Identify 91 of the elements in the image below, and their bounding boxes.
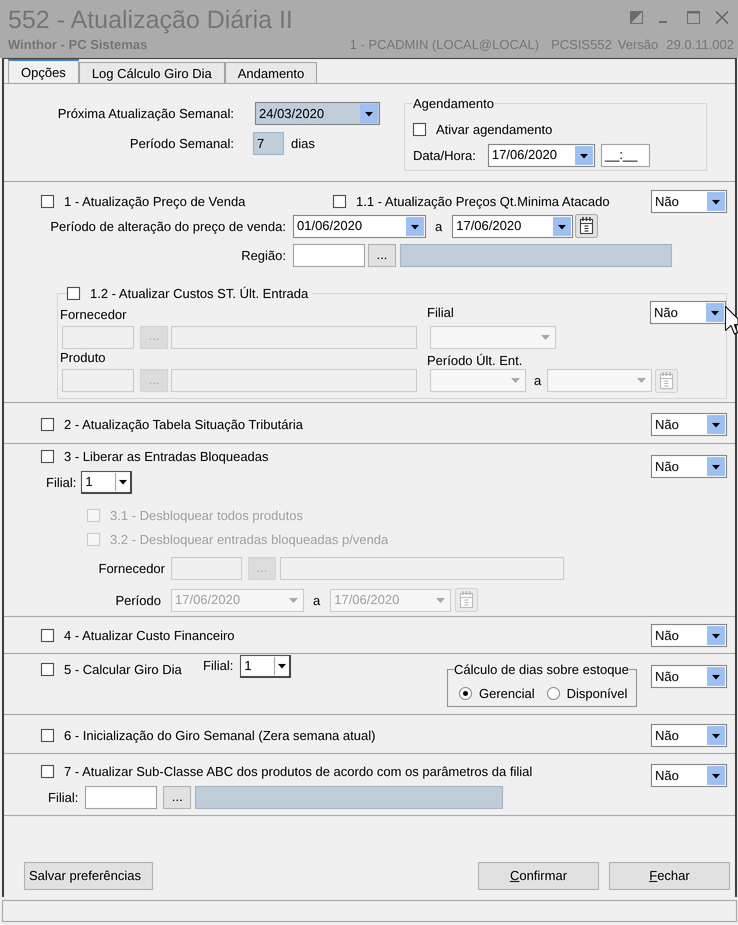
checkbox[interactable]	[333, 195, 346, 208]
caret-down-icon[interactable]	[115, 473, 130, 491]
tab[interactable]: Log Cálculo Giro Dia	[78, 62, 225, 83]
radio-button[interactable]	[546, 686, 560, 700]
option-label: 2 - Atualização Tabela Situação Tributária	[64, 417, 303, 432]
action-button[interactable]: Confirmar	[478, 862, 599, 890]
radio-label: Gerencial	[479, 686, 535, 700]
mode-dropdown[interactable]: Não	[651, 190, 727, 213]
caret-down-icon[interactable]	[274, 657, 288, 675]
field-label: Período Últ. Ent.	[427, 352, 522, 368]
field-label: Data/Hora:	[413, 148, 476, 162]
caret-down-icon[interactable]	[707, 766, 725, 785]
input-field[interactable]: 7	[253, 132, 284, 155]
caret-down-icon[interactable]	[553, 216, 572, 236]
input-field[interactable]	[85, 786, 158, 809]
caret-down-icon[interactable]	[706, 303, 724, 322]
field-label: Período de alteração do preço de venda:	[50, 218, 286, 234]
description-field[interactable]	[195, 786, 504, 809]
option-label: 1.1 - Atualização Preços Qt.Minima Atacado	[356, 194, 610, 209]
option-label: 5 - Calcular Giro Dia	[64, 662, 182, 677]
field-label: Região:	[241, 248, 286, 263]
radio-button[interactable]	[459, 686, 472, 700]
option-label: 6 - Inicialização do Giro Semanal (Zera semana atual)	[64, 728, 376, 743]
caret-down-icon[interactable]	[707, 415, 725, 434]
tab[interactable]: Opções	[8, 59, 79, 83]
mode-dropdown[interactable]: Não	[651, 724, 727, 747]
description-field[interactable]	[400, 244, 672, 267]
half-filled-square-icon[interactable]	[630, 11, 643, 24]
option-label: 7 - Atualizar Sub-Classe ABC dos produtos de acordo com os parâmetros da filial	[64, 764, 532, 779]
checkbox[interactable]	[413, 122, 426, 136]
date-dropdown[interactable]: 24/03/2020	[255, 102, 380, 125]
date-dropdown[interactable]: 17/06/2020	[488, 144, 595, 166]
time-field[interactable]: __:__	[600, 144, 650, 166]
range-label: a	[435, 218, 442, 234]
caret-down-icon[interactable]	[707, 626, 725, 645]
lookup-button[interactable]: ...	[163, 786, 192, 809]
lookup-button[interactable]: ...	[368, 244, 396, 267]
caret-down-icon[interactable]	[707, 726, 725, 745]
mode-dropdown[interactable]: Não	[651, 665, 727, 688]
mode-dropdown[interactable]: Não	[651, 624, 727, 647]
field-label: Filial:	[46, 475, 76, 490]
branch-dropdown[interactable]: 1	[240, 655, 292, 678]
mode-dropdown[interactable]: Não	[651, 764, 727, 787]
unit-label: dias	[291, 136, 315, 151]
action-button[interactable]: Salvar preferências	[24, 862, 153, 890]
option-label: 4 - Atualizar Custo Financeiro	[64, 628, 235, 643]
maximize-icon[interactable]	[687, 11, 700, 24]
option-label: 3 - Liberar as Entradas Bloqueadas	[64, 449, 269, 464]
option-label: Ativar agendamento	[436, 122, 552, 136]
mode-dropdown[interactable]: Não	[651, 455, 727, 478]
group-title: Agendamento	[413, 96, 494, 111]
range-label: a	[313, 592, 320, 608]
option-label: 1.2 - Atualizar Custos ST. Últ. Entrada	[90, 286, 308, 301]
field-label: Fornecedor	[98, 561, 165, 576]
tab[interactable]: Andamento	[224, 62, 318, 83]
branch-dropdown[interactable]: 1	[81, 471, 132, 494]
checkbox[interactable]	[41, 663, 54, 676]
option-label: 1 - Atualização Preço de Venda	[64, 194, 246, 209]
close-icon[interactable]	[715, 11, 729, 24]
checkbox[interactable]	[41, 450, 54, 463]
range-label: a	[534, 373, 542, 388]
field-label: Filial	[427, 305, 454, 320]
mode-dropdown[interactable]: Não	[651, 413, 727, 436]
checkbox[interactable]	[41, 629, 54, 642]
option-label: 3.2 - Desbloquear entradas bloqueadas p/venda	[110, 532, 388, 547]
caret-down-icon[interactable]	[406, 216, 424, 236]
mouse-pointer-icon	[725, 306, 738, 335]
field-label: Produto	[60, 350, 106, 365]
caret-down-icon[interactable]	[707, 457, 725, 476]
caret-down-icon[interactable]	[574, 146, 593, 164]
field-label: Filial:	[203, 658, 234, 673]
field-label: Período	[115, 592, 161, 608]
field-label: Filial:	[48, 790, 78, 805]
caret-down-icon[interactable]	[360, 104, 378, 123]
date-dropdown[interactable]: 17/06/2020	[452, 214, 574, 238]
field-label: Período Semanal:	[130, 136, 234, 151]
caret-down-icon[interactable]	[707, 667, 725, 686]
caret-down-icon[interactable]	[707, 192, 725, 211]
field-label: Próxima Atualização Semanal:	[58, 106, 234, 121]
input-field[interactable]	[293, 244, 365, 267]
checkbox[interactable]	[41, 765, 54, 778]
group-title: Cálculo de dias sobre estoque	[454, 662, 629, 677]
checkbox[interactable]	[41, 729, 54, 742]
calendar-icon[interactable]	[575, 214, 598, 238]
checkbox[interactable]	[41, 195, 54, 208]
option-label: 3.1 - Desbloquear todos produtos	[110, 508, 303, 523]
action-button[interactable]: Fechar	[609, 862, 730, 890]
checkbox[interactable]	[41, 418, 54, 431]
date-dropdown[interactable]: 01/06/2020	[293, 214, 426, 238]
radio-label: Disponível	[566, 686, 628, 700]
field-label: Fornecedor	[60, 307, 126, 322]
